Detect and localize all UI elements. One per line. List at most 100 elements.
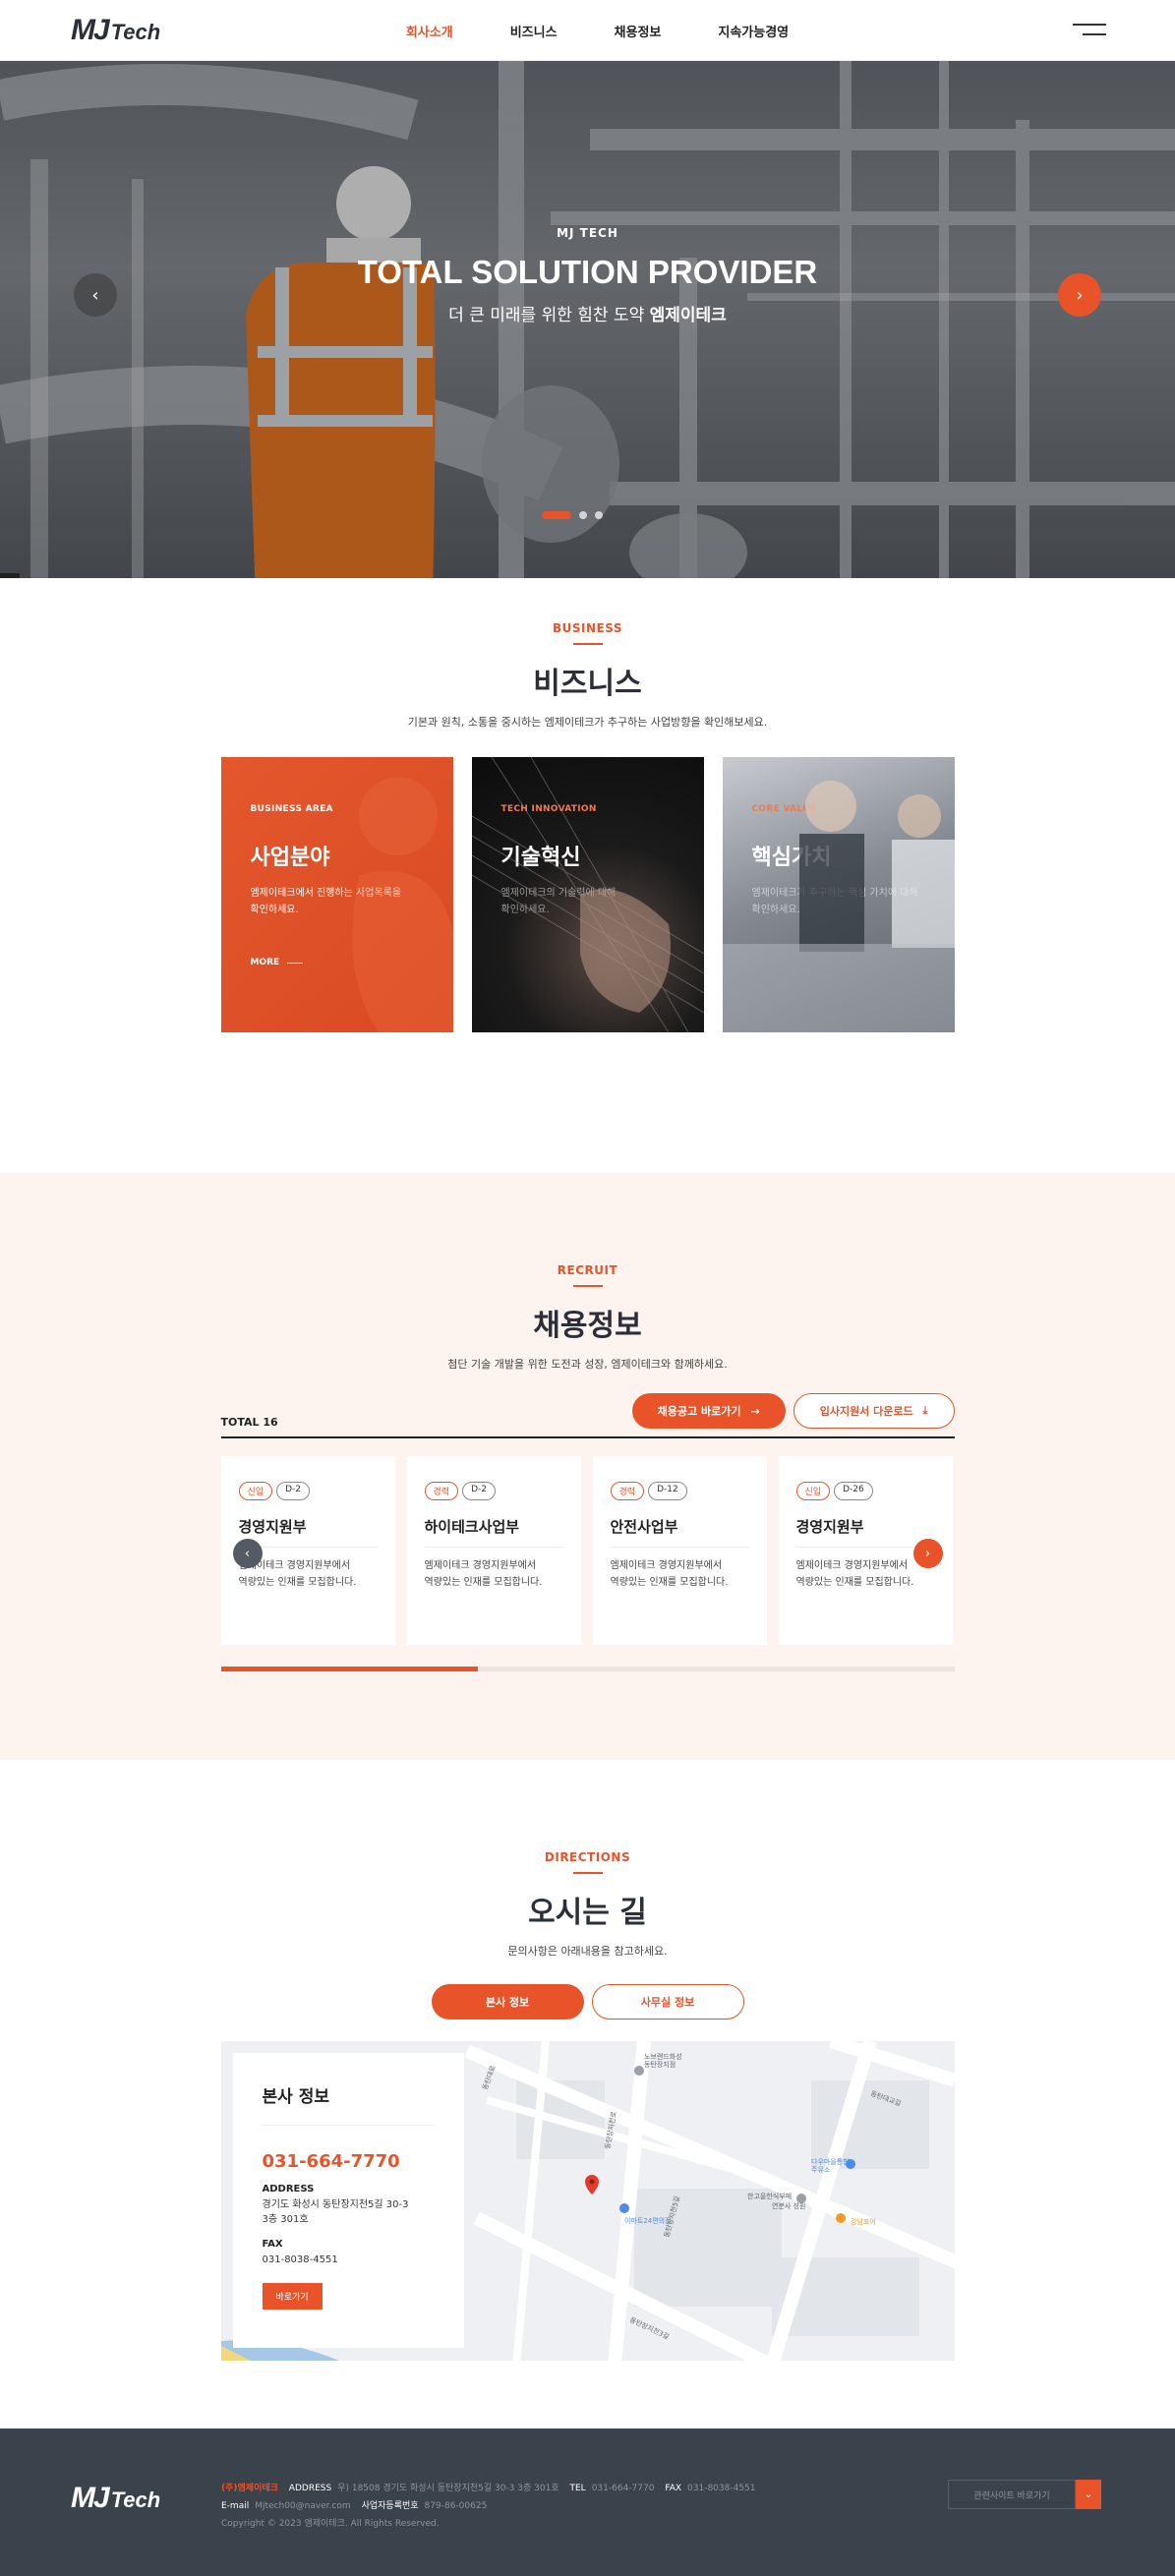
dday-badge: D-2 [462,1482,496,1500]
nav-item-recruit[interactable]: 채용정보 [615,22,662,40]
business-card-value[interactable]: CORE VALUE 핵심가치 엠제이테크가 추구하는 핵심 가치에 대해 확인… [722,757,955,1032]
hero-prev-button[interactable]: ‹ [74,273,117,317]
tab-office-info[interactable]: 사무실 정보 [591,1984,744,2020]
info-tel: 031-664-7770 [262,2151,400,2172]
directions-eyebrow: DIRECTIONS [544,1850,631,1864]
type-badge: 신입 [795,1482,831,1500]
hero-next-button[interactable]: › [1058,273,1101,317]
directions-section: DIRECTIONS 오시는 길 문의사항은 아래내용을 참고하세요. 본사 정… [0,1760,1175,2429]
svg-text:연분사 성원: 연분사 성원 [772,2201,805,2210]
hero-caption: MJ TECH TOTAL SOLUTION PROVIDER 더 큰 미래를 … [0,226,1175,325]
recruit-eyebrow: RECRUIT [557,1263,618,1277]
svg-text:주유소: 주유소 [811,2166,831,2174]
tab-hq-info[interactable]: 본사 정보 [431,1984,584,2020]
fax-label: FAX [262,2239,283,2250]
hero-slider: MJ TECH TOTAL SOLUTION PROVIDER 더 큰 미래를 … [0,61,1175,578]
recruit-scrollbar[interactable] [220,1667,955,1671]
recruit-card[interactable]: 경력 D-2 하이테크사업부 엠제이테크 경영지원부에서 역량있는 인재를 모집… [406,1456,581,1645]
card-eyebrow: CORE VALUE [751,804,817,814]
card-desc: 엠제이테크에서 진행하는 사업목록을 확인하세요. [250,888,402,915]
recruit-section: RECRUIT 채용정보 첨단 기술 개발을 위한 도전과 성장, 엠제이테크와… [0,1173,1175,1760]
card-eyebrow: BUSINESS AREA [250,804,333,814]
recruit-desc: 첨단 기술 개발을 위한 도전과 성장, 엠제이테크와 함께하세요. [447,1358,728,1371]
dday-badge: D-2 [276,1482,310,1500]
svg-text:한고을한식부페: 한고을한식부페 [747,2192,792,2200]
recruit-card[interactable]: 경력 D-12 안전사업부 엠제이테크 경영지원부에서 역량있는 인재를 모집합… [592,1456,767,1645]
footer-logo[interactable]: MJ Tech [71,2482,160,2515]
recruit-dept: 경영지원부 [795,1516,935,1548]
download-icon: ⤓ [922,1404,928,1417]
recruit-title: 채용정보 [533,1309,642,1343]
directions-title: 오시는 길 [528,1896,647,1930]
business-title: 비즈니스 [533,667,642,701]
type-badge: 신입 [238,1482,273,1500]
more-link[interactable]: MORE [251,958,304,967]
slider-dot-1[interactable] [542,511,571,519]
recruit-dept: 안전사업부 [610,1516,749,1548]
shortcut-button[interactable]: 바로가기 [262,2283,323,2310]
type-badge: 경력 [610,1482,645,1500]
address-value: 경기도 화성시 동탄장지천5길 30-3 3층 301호 [262,2199,409,2225]
recruit-next-button[interactable]: › [912,1539,943,1568]
hero-eyebrow: MJ TECH [557,226,618,240]
nav-item-business[interactable]: 비즈니스 [510,22,558,40]
card-title: 기술혁신 [500,846,581,870]
slider-pagination [542,511,603,519]
svg-text:강남표어: 강남표어 [851,2217,876,2226]
footer-org: (주)엠제이테크 [221,2484,278,2493]
chevron-right-icon: › [924,1546,931,1561]
hero-subtitle: 더 큰 미래를 위한 힘찬 도약 엠제이테크 [448,306,727,325]
chevron-left-icon: ‹ [91,284,99,306]
recruit-prev-button[interactable]: ‹ [232,1539,263,1568]
slider-dot-2[interactable] [579,511,587,519]
svg-text:동탄장지점: 동탄장지점 [644,2060,676,2069]
arrow-right-icon [287,962,304,964]
card-eyebrow: TECH INNOVATION [500,804,597,814]
family-site-select[interactable]: 관련사이트 바로가기 ⌄ [948,2480,1101,2509]
map[interactable]: 동탄대로 노브렌드화성 동탄장지점 동탄장지천5길 동탄장지천로 동탄대교길 이… [220,2041,955,2361]
chevron-right-icon: › [1076,284,1084,306]
recruit-dept: 하이테크사업부 [424,1516,563,1548]
directions-desc: 문의사항은 아래내용을 참고하세요. [507,1945,668,1958]
application-download-button[interactable]: 입사지원서 다운로드 ⤓ [793,1393,955,1429]
type-badge: 경력 [424,1482,459,1500]
info-title: 본사 정보 [262,2082,435,2126]
recruit-total: TOTAL 16 [220,1416,278,1429]
hero-title: TOTAL SOLUTION PROVIDER [357,254,818,290]
card-desc: 엠제이테크의 기술력에 대해 확인하세요. [500,888,617,915]
slider-dot-3[interactable] [595,511,603,519]
copyright: Copyright © 2023 엠제이테크. All Rights Reser… [221,2519,440,2529]
recruit-cards: 신입 D-2 경영지원부 엠제이테크 경영지원부에서 역량있는 인재를 모집합니… [220,1456,955,1645]
business-eyebrow: BUSINESS [553,621,622,635]
chevron-left-icon: ‹ [244,1546,251,1561]
card-desc: 엠제이테크가 추구하는 핵심 가치에 대해 확인하세요. [751,888,918,915]
business-cards: BUSINESS AREA 사업분야 엠제이테크에서 진행하는 사업목록을 확인… [220,757,955,1032]
dday-badge: D-26 [834,1482,873,1500]
business-section: BUSINESS 비즈니스 기본과 원칙, 소통을 중시하는 엠제이테크가 추구… [0,621,1175,1032]
svg-text:이마트24편의점: 이마트24편의점 [624,2216,672,2225]
address-label: ADDRESS [262,2184,315,2195]
fax-value: 031-8038-4551 [262,2254,338,2265]
svg-text:다우마을통합: 다우마을통합 [811,2157,850,2166]
nav-item-sustainability[interactable]: 지속가능경영 [718,22,789,40]
recruit-desc: 엠제이테크 경영지원부에서 역량있는 인재를 모집합니다. [795,1560,914,1588]
business-card-tech[interactable]: TECH INNOVATION 기술혁신 엠제이테크의 기술력에 대해 확인하세… [471,757,704,1032]
recruit-scrollbar-thumb[interactable] [220,1667,478,1671]
svg-text:노브렌드화성: 노브렌드화성 [644,2052,682,2061]
recruit-dept: 경영지원부 [238,1516,378,1548]
recruit-notice-button[interactable]: 채용공고 바로가기 → [631,1393,786,1429]
nav-item-company[interactable]: 회사소개 [406,22,453,40]
hero-progress-bar [0,573,20,578]
business-card-area[interactable]: BUSINESS AREA 사업분야 엠제이테크에서 진행하는 사업목록을 확인… [220,757,453,1032]
dday-badge: D-12 [648,1482,687,1500]
directions-tabs: 본사 정보 사무실 정보 [221,1984,955,2020]
recruit-toolbar: TOTAL 16 채용공고 바로가기 → 입사지원서 다운로드 ⤓ [220,1393,955,1438]
hamburger-menu-icon[interactable] [1073,24,1106,37]
footer-info: (주)엠제이테크 ADDRESS 우) 18508 경기도 화성시 동탄장지천5길… [221,2480,756,2533]
site-header: MJ Tech 회사소개 비즈니스 채용정보 지속가능경영 [0,0,1175,61]
card-title: 핵심가치 [751,846,832,870]
main-nav: 회사소개 비즈니스 채용정보 지속가능경영 [0,22,1175,40]
recruit-desc: 엠제이테크 경영지원부에서 역량있는 인재를 모집합니다. [610,1560,729,1588]
site-footer: MJ Tech (주)엠제이테크 ADDRESS 우) 18508 경기도 화성시… [0,2429,1175,2576]
business-desc: 기본과 원칙, 소통을 중시하는 엠제이테크가 추구하는 사업방향을 확인해보세… [407,716,768,729]
